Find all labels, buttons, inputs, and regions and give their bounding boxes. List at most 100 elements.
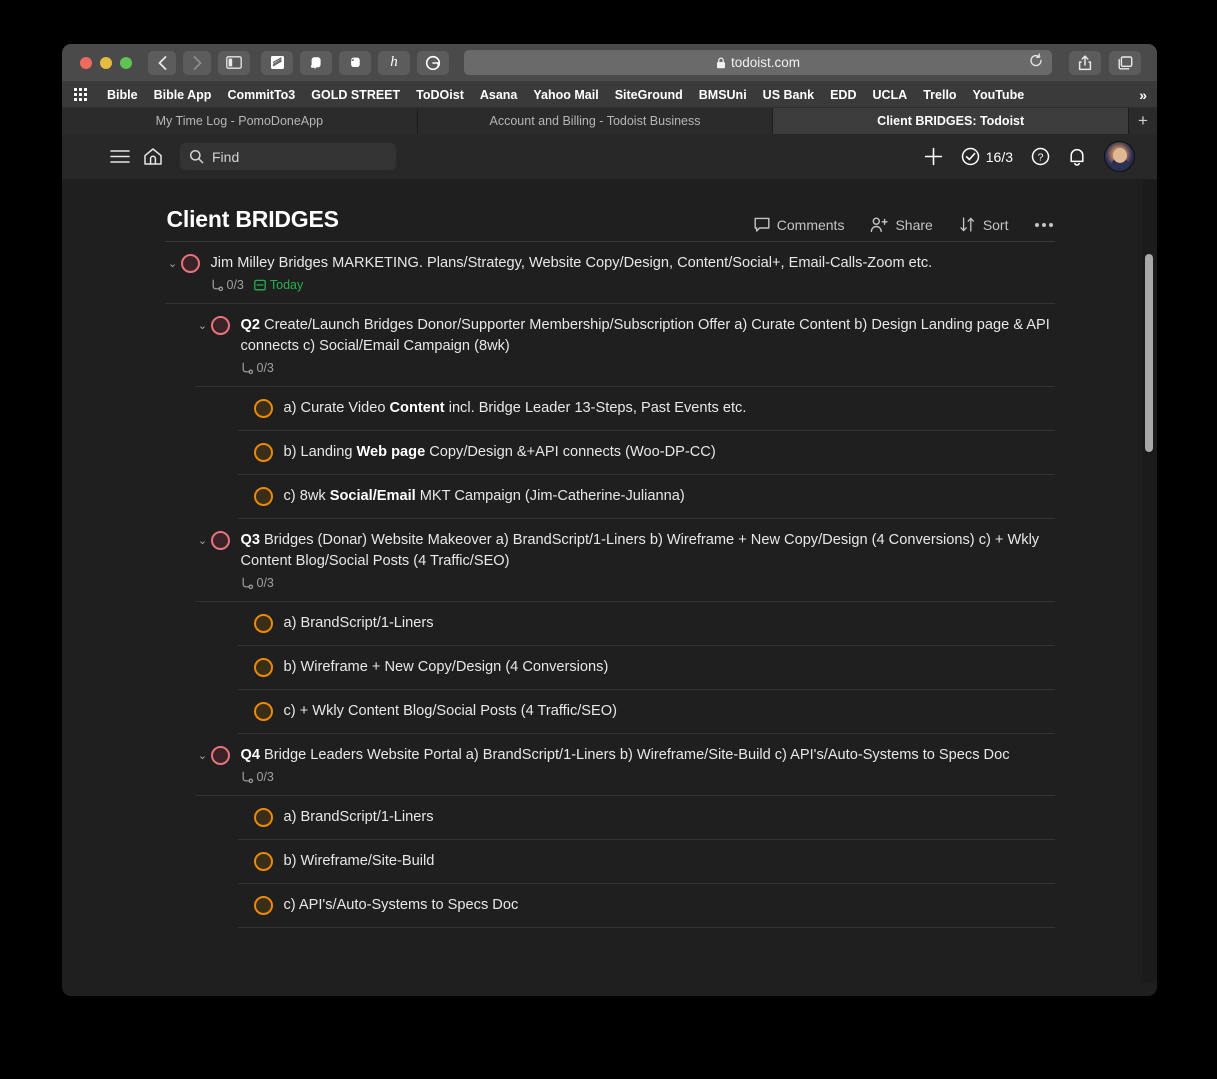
bookmark-us-bank[interactable]: US Bank <box>763 88 814 102</box>
collapse-chevron-icon[interactable]: ⌄ <box>165 254 181 274</box>
task-text-before: a) Curate Video <box>283 400 390 416</box>
new-tab-button[interactable]: + <box>1129 108 1157 134</box>
task-complete-checkbox[interactable] <box>253 808 273 827</box>
due-date-badge[interactable]: Today <box>254 278 303 292</box>
tab-pomodoneapp[interactable]: My Time Log - PomoDoneApp <box>62 108 418 134</box>
user-avatar[interactable] <box>1104 141 1135 172</box>
evernote-clipper-icon[interactable] <box>300 50 332 75</box>
table-row[interactable]: ⌄ Jim Milley Bridges MARKETING. Plans/St… <box>164 242 1055 304</box>
bookmark-gold-street[interactable]: GOLD STREET <box>311 88 400 102</box>
home-icon[interactable] <box>143 147 163 166</box>
table-row[interactable]: ⌄ Q4 Bridge Leaders Website Portal a) Br… <box>194 734 1055 796</box>
table-row[interactable]: b) Wireframe/Site-Build <box>237 840 1055 884</box>
productivity-karma[interactable]: 16/3 <box>961 147 1013 166</box>
task-complete-checkbox[interactable] <box>253 658 273 677</box>
bookmark-bible[interactable]: Bible <box>107 88 138 102</box>
table-row[interactable]: a) Curate Video Content incl. Bridge Lea… <box>237 387 1055 431</box>
bell-icon[interactable] <box>1068 147 1086 167</box>
task-list: ⌄ Jim Milley Bridges MARKETING. Plans/St… <box>164 241 1055 928</box>
stacked-papers-icon[interactable] <box>261 50 293 75</box>
evernote-icon[interactable] <box>339 50 371 75</box>
table-row[interactable]: b) Landing Web page Copy/Design &+API co… <box>237 431 1055 475</box>
bookmark-asana[interactable]: Asana <box>480 88 518 102</box>
task-complete-checkbox[interactable] <box>253 443 273 462</box>
task-body: a) BrandScript/1-Liners <box>284 613 1055 634</box>
table-row[interactable]: a) BrandScript/1-Liners <box>237 602 1055 646</box>
subtask-count: 0/3 <box>211 278 244 292</box>
search-input[interactable]: Find <box>180 143 396 170</box>
forward-button[interactable] <box>183 50 211 75</box>
task-body: c) + Wkly Content Blog/Social Posts (4 T… <box>284 701 1055 722</box>
subtask-count: 0/3 <box>241 361 274 375</box>
bookmark-bmsuni[interactable]: BMSUni <box>699 88 747 102</box>
search-icon <box>189 149 204 164</box>
table-row[interactable]: c) API's/Auto-Systems to Specs Doc <box>237 884 1055 928</box>
app-header-right: 16/3 ? <box>924 141 1135 172</box>
bookmark-youtube[interactable]: YouTube <box>973 88 1025 102</box>
table-row[interactable]: ⌄ Q2 Create/Launch Bridges Donor/Support… <box>194 304 1055 387</box>
table-row[interactable]: c) 8wk Social/Email MKT Campaign (Jim-Ca… <box>237 475 1055 519</box>
back-button[interactable] <box>148 50 176 75</box>
sort-button[interactable]: Sort <box>959 216 1009 233</box>
table-row[interactable]: ⌄ Q3 Bridges (Donar) Website Makeover a)… <box>194 519 1055 602</box>
hamburger-menu-icon[interactable] <box>110 149 130 164</box>
bookmark-yahoo-mail[interactable]: Yahoo Mail <box>533 88 598 102</box>
task-complete-checkbox[interactable] <box>180 254 200 273</box>
collapse-chevron-icon[interactable]: ⌄ <box>195 316 211 336</box>
bookmark-committo3[interactable]: CommitTo3 <box>227 88 295 102</box>
subtask-icon <box>242 577 253 589</box>
project-action-bar: Comments Share Sort <box>754 216 1053 233</box>
bookmarks-bar: Bible Bible App CommitTo3 GOLD STREET To… <box>62 82 1157 108</box>
task-complete-checkbox[interactable] <box>253 614 273 633</box>
task-complete-checkbox[interactable] <box>253 702 273 721</box>
bookmark-siteground[interactable]: SiteGround <box>615 88 683 102</box>
collapse-chevron-icon[interactable]: ⌄ <box>195 531 211 551</box>
task-complete-checkbox[interactable] <box>253 399 273 418</box>
task-body: Q3 Bridges (Donar) Website Makeover a) B… <box>241 530 1055 590</box>
bookmark-edd[interactable]: EDD <box>830 88 856 102</box>
task-complete-checkbox[interactable] <box>210 746 230 765</box>
apps-grid-icon[interactable] <box>74 88 87 101</box>
svg-text:?: ? <box>1038 152 1044 164</box>
bookmark-todoist[interactable]: ToDOist <box>416 88 464 102</box>
minimize-window-button[interactable] <box>100 56 112 69</box>
task-complete-checkbox[interactable] <box>210 531 230 550</box>
bookmarks-overflow-icon[interactable]: » <box>1139 87 1147 103</box>
vertical-scrollbar[interactable] <box>1145 254 1153 452</box>
hypothesis-icon[interactable]: h <box>378 50 410 75</box>
more-options-icon[interactable] <box>1034 222 1053 227</box>
share-label: Share <box>895 216 933 233</box>
table-row[interactable]: a) BrandScript/1-Liners <box>237 796 1055 840</box>
task-text-bold: Web page <box>356 444 426 460</box>
table-row[interactable]: c) + Wkly Content Blog/Social Posts (4 T… <box>237 690 1055 734</box>
close-window-button[interactable] <box>80 56 92 69</box>
bookmark-trello[interactable]: Trello <box>923 88 956 102</box>
task-complete-checkbox[interactable] <box>253 896 273 915</box>
collapse-chevron-icon[interactable]: ⌄ <box>195 746 211 766</box>
task-title: Q2 Create/Launch Bridges Donor/Supporter… <box>241 315 1055 357</box>
task-complete-checkbox[interactable] <box>210 316 230 335</box>
address-bar[interactable]: todoist.com <box>464 50 1052 75</box>
task-body: Jim Milley Bridges MARKETING. Plans/Stra… <box>211 253 1055 292</box>
browser-toolbar: h todoist.com <box>62 44 1157 82</box>
sidebar-toggle-button[interactable] <box>218 50 250 75</box>
tab-client-bridges[interactable]: Client BRIDGES: Todoist <box>773 108 1130 134</box>
comments-button[interactable]: Comments <box>754 217 844 233</box>
tab-todoist-billing[interactable]: Account and Billing - Todoist Business <box>417 108 774 134</box>
maximize-window-button[interactable] <box>120 56 132 69</box>
help-icon[interactable]: ? <box>1031 147 1050 166</box>
table-row[interactable]: b) Wireframe + New Copy/Design (4 Conver… <box>237 646 1055 690</box>
url-hostname: todoist.com <box>730 55 801 70</box>
due-date-label: Today <box>269 278 304 292</box>
grammarly-icon[interactable] <box>417 50 449 75</box>
task-complete-checkbox[interactable] <box>253 487 273 506</box>
share-icon[interactable] <box>1069 50 1101 75</box>
task-complete-checkbox[interactable] <box>253 852 273 871</box>
bookmark-ucla[interactable]: UCLA <box>872 88 907 102</box>
reload-icon[interactable] <box>1029 52 1043 72</box>
tab-overview-icon[interactable] <box>1109 50 1141 75</box>
bookmark-bible-app[interactable]: Bible App <box>154 88 212 102</box>
add-task-button[interactable] <box>924 147 943 166</box>
share-button[interactable]: Share <box>870 216 933 233</box>
subtask-count-label: 0/3 <box>256 576 274 590</box>
